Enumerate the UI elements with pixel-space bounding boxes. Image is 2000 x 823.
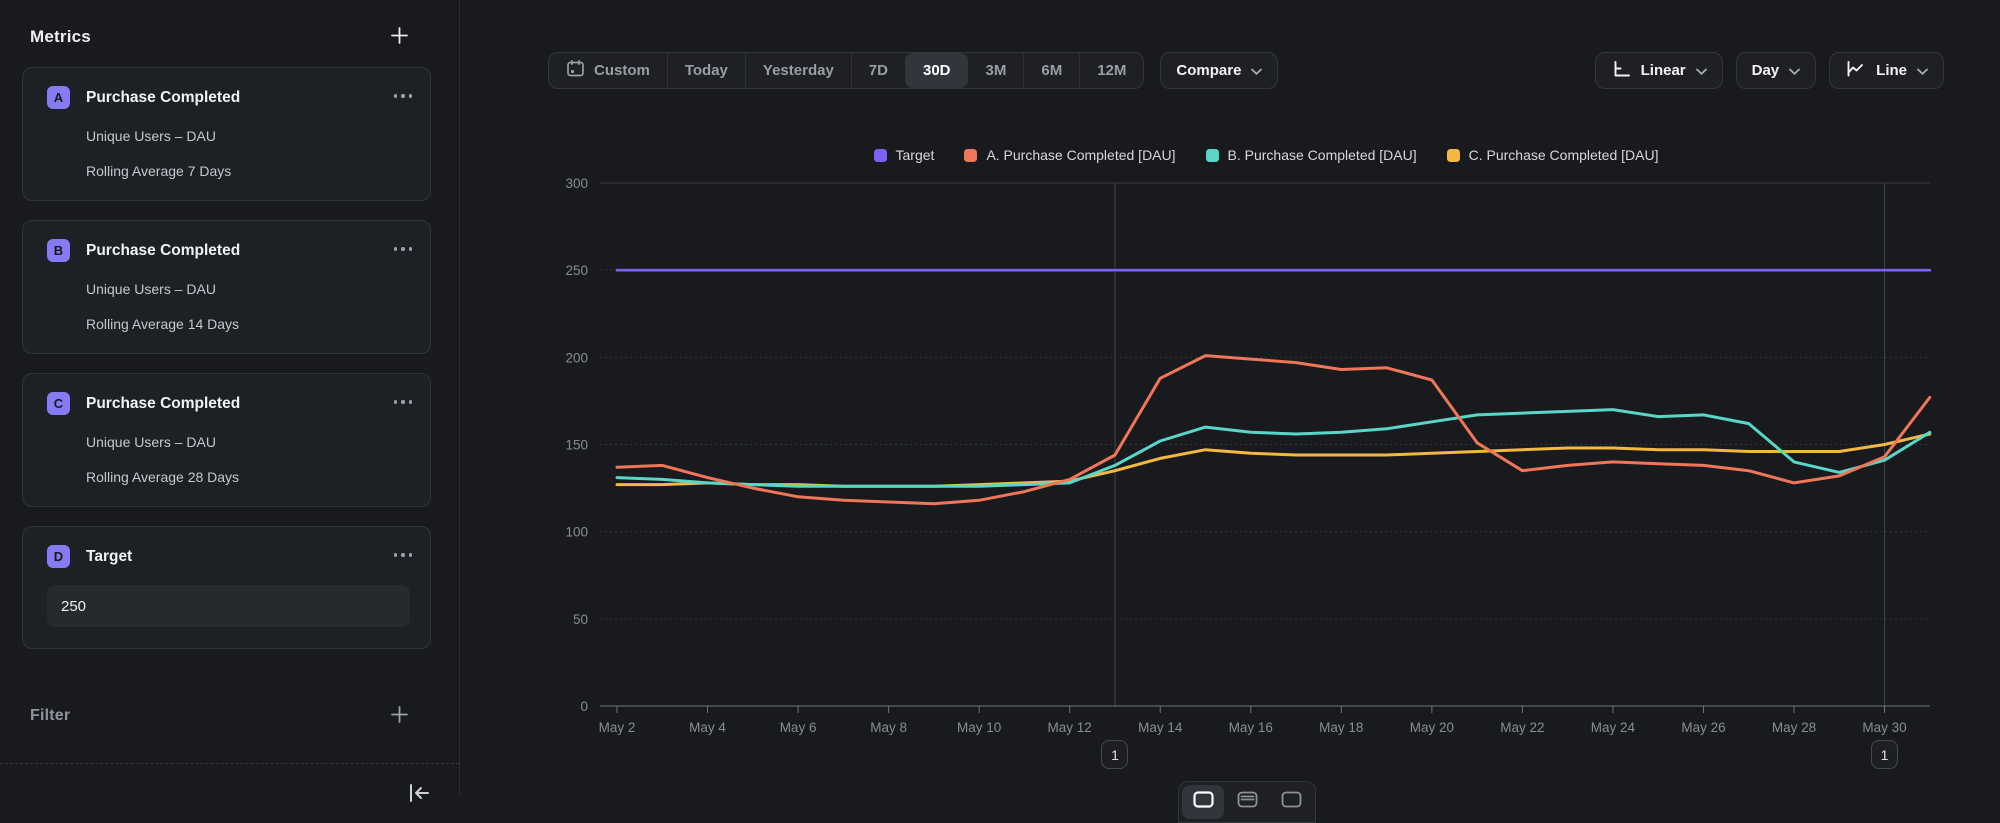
- metric-letter-chip: C: [47, 392, 70, 415]
- range-option-label: 30D: [923, 62, 951, 79]
- chart-panel: Custom Today Yesterday 7D 30D 3M 6M 12M Compare…: [461, 0, 2000, 796]
- chevron-down-icon: [1696, 62, 1707, 79]
- chart-display-controls: Linear Day Line: [1595, 52, 1944, 89]
- view-toggle: [1178, 781, 1316, 823]
- metric-letter-chip: D: [47, 545, 70, 568]
- metric-options-kebab-icon[interactable]: [392, 84, 414, 108]
- metric-options-kebab-icon[interactable]: [392, 390, 414, 414]
- range-option-label: Yesterday: [763, 62, 834, 79]
- plus-icon: [390, 705, 409, 727]
- legend-item[interactable]: Target: [874, 147, 935, 163]
- metric-card-d[interactable]: D Target 250: [22, 526, 431, 649]
- metrics-header: Metrics: [30, 26, 409, 48]
- range-option-yesterday[interactable]: Yesterday: [745, 53, 851, 88]
- calendar-icon: [566, 59, 585, 82]
- chevron-down-icon: [1917, 62, 1928, 79]
- metric-card-header: A Purchase Completed: [47, 86, 410, 109]
- metric-card-header: B Purchase Completed: [47, 239, 410, 262]
- target-value-input[interactable]: 250: [47, 585, 410, 627]
- date-range-control: Custom Today Yesterday 7D 30D 3M 6M 12M: [548, 52, 1144, 89]
- metric-title: Target: [86, 548, 132, 566]
- chart-toolbar: Custom Today Yesterday 7D 30D 3M 6M 12M Compare…: [548, 52, 1944, 89]
- metric-card-list: A Purchase Completed Unique Users – DAU Rol…: [0, 67, 459, 649]
- annotation-badge[interactable]: 1: [1871, 740, 1898, 769]
- filter-section-title: Filter: [30, 707, 70, 725]
- legend-swatch: [964, 149, 977, 162]
- metric-definition-row[interactable]: Rolling Average 7 Days: [86, 163, 410, 179]
- filter-header: Filter: [30, 705, 409, 727]
- metric-title: Purchase Completed: [86, 242, 240, 260]
- metric-card-b[interactable]: B Purchase Completed Unique Users – DAU Rol…: [22, 220, 431, 354]
- legend-swatch: [1447, 149, 1460, 162]
- sidebar-divider: [0, 763, 459, 764]
- metric-letter-chip: A: [47, 86, 70, 109]
- legend-item[interactable]: A. Purchase Completed [DAU]: [964, 147, 1175, 163]
- chart-view-icon: [1193, 791, 1214, 811]
- range-option-7d[interactable]: 7D: [851, 53, 905, 88]
- view-toggle-table[interactable]: [1270, 785, 1312, 819]
- compare-label: Compare: [1176, 62, 1241, 79]
- legend-label: C. Purchase Completed [DAU]: [1469, 147, 1659, 163]
- view-toggle-chart[interactable]: [1182, 785, 1224, 819]
- metrics-sidebar: Metrics A Purchase Completed Unique Users …: [0, 0, 460, 796]
- range-option-12m[interactable]: 12M: [1079, 53, 1143, 88]
- add-metric-button[interactable]: [390, 26, 409, 48]
- plus-icon: [390, 26, 409, 48]
- metric-letter-chip: B: [47, 239, 70, 262]
- legend-label: Target: [896, 147, 935, 163]
- range-option-label: 3M: [986, 62, 1007, 79]
- range-option-3m[interactable]: 3M: [968, 53, 1024, 88]
- metric-definition-row[interactable]: Unique Users – DAU: [86, 434, 410, 450]
- range-option-30d[interactable]: 30D: [905, 53, 968, 88]
- range-option-6m[interactable]: 6M: [1023, 53, 1079, 88]
- metric-definition-row[interactable]: Unique Users – DAU: [86, 281, 410, 297]
- legend-swatch: [874, 149, 887, 162]
- table-view-icon: [1281, 791, 1302, 811]
- metric-definition-row[interactable]: Unique Users – DAU: [86, 128, 410, 144]
- collapse-left-icon: [407, 783, 431, 806]
- view-toggle-chart-with-table[interactable]: [1226, 785, 1268, 819]
- legend-label: A. Purchase Completed [DAU]: [986, 147, 1175, 163]
- metric-definition-row[interactable]: Rolling Average 28 Days: [86, 469, 410, 485]
- range-option-custom[interactable]: Custom: [549, 53, 667, 88]
- metric-title: Purchase Completed: [86, 89, 240, 107]
- chevron-down-icon: [1789, 62, 1800, 79]
- metric-card-header: D Target: [47, 545, 410, 568]
- metric-card-c[interactable]: C Purchase Completed Unique Users – DAU Rol…: [22, 373, 431, 507]
- interval-label: Day: [1752, 62, 1780, 79]
- metric-card-header: C Purchase Completed: [47, 392, 410, 415]
- chart-with-table-view-icon: [1237, 791, 1258, 811]
- chart-type-select-button[interactable]: Line: [1829, 52, 1944, 89]
- linear-axis-icon: [1611, 59, 1631, 83]
- add-filter-button[interactable]: [390, 705, 409, 727]
- metric-options-kebab-icon[interactable]: [392, 237, 414, 261]
- legend-swatch: [1206, 149, 1219, 162]
- metrics-section-title: Metrics: [30, 27, 91, 47]
- metric-options-kebab-icon[interactable]: [392, 543, 414, 567]
- metric-title: Purchase Completed: [86, 395, 240, 413]
- scale-select-button[interactable]: Linear: [1595, 52, 1723, 89]
- chart-type-label: Line: [1876, 62, 1907, 79]
- interval-select-button[interactable]: Day: [1736, 52, 1817, 89]
- range-option-label: Custom: [594, 62, 650, 79]
- range-option-label: 7D: [869, 62, 888, 79]
- compare-button[interactable]: Compare: [1160, 52, 1278, 89]
- annotation-badge[interactable]: 1: [1101, 740, 1128, 769]
- metric-card-a[interactable]: A Purchase Completed Unique Users – DAU Rol…: [22, 67, 431, 201]
- chevron-down-icon: [1251, 62, 1262, 79]
- collapse-sidebar-button[interactable]: [407, 783, 431, 806]
- legend-label: B. Purchase Completed [DAU]: [1228, 147, 1417, 163]
- range-option-today[interactable]: Today: [667, 53, 745, 88]
- scale-label: Linear: [1641, 62, 1686, 79]
- range-option-label: 6M: [1041, 62, 1062, 79]
- metric-definition-row[interactable]: Rolling Average 14 Days: [86, 316, 410, 332]
- legend-item[interactable]: B. Purchase Completed [DAU]: [1206, 147, 1417, 163]
- legend-item[interactable]: C. Purchase Completed [DAU]: [1447, 147, 1659, 163]
- range-option-label: 12M: [1097, 62, 1126, 79]
- range-option-label: Today: [685, 62, 728, 79]
- chart-legend: Target A. Purchase Completed [DAU] B. Purc…: [601, 147, 1931, 163]
- line-chart-icon: [1845, 59, 1866, 83]
